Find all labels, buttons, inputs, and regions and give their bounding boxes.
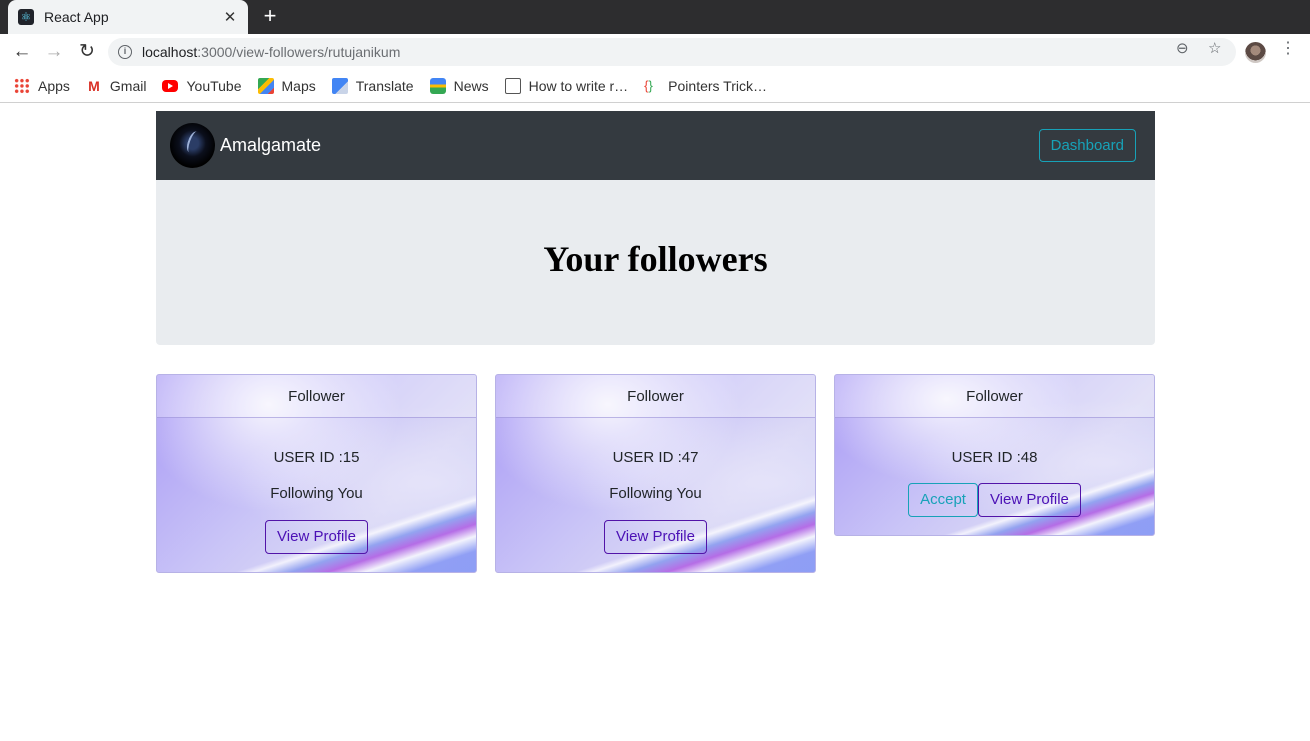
follow-status-text: Following You xyxy=(270,485,363,502)
bookmark-pointers[interactable]: {} Pointers Trick… xyxy=(644,78,767,94)
card-actions: View Profile xyxy=(157,520,476,554)
follower-card: Follower USER ID :48 Accept View Profile xyxy=(834,374,1155,536)
youtube-icon xyxy=(162,80,179,92)
user-id-text: USER ID :48 xyxy=(951,449,1038,466)
card-actions: View Profile xyxy=(496,520,815,554)
browser-tab[interactable]: ⚛ React App ✕ xyxy=(8,0,248,34)
page-viewport: Amalgamate Dashboard Your followers Foll… xyxy=(0,104,1310,741)
bookmark-youtube[interactable]: YouTube xyxy=(162,78,242,94)
hero-jumbotron: Your followers xyxy=(156,180,1155,345)
browser-toolbar: ← → ↻ i localhost:3000/view-followers/ru… xyxy=(0,34,1310,70)
bookmark-label: Maps xyxy=(281,78,316,94)
user-id-text: USER ID :15 xyxy=(273,449,360,466)
bookmark-label: How to write r… xyxy=(528,78,629,94)
user-id-text: USER ID :47 xyxy=(612,449,699,466)
browser-menu-icon[interactable]: ⋮ xyxy=(1280,41,1296,57)
card-body: USER ID :15 Following You View Profile xyxy=(157,418,476,554)
url-host: localhost xyxy=(142,44,198,60)
reload-icon[interactable]: ↻ xyxy=(75,40,99,64)
bookmark-translate[interactable]: Translate xyxy=(331,78,414,94)
address-bar[interactable]: i localhost:3000/view-followers/rutujani… xyxy=(108,38,1236,66)
brand-name[interactable]: Amalgamate xyxy=(220,135,321,156)
bookmark-label: Translate xyxy=(355,78,414,94)
accept-button[interactable]: Accept xyxy=(908,483,978,517)
terminal-icon xyxy=(504,78,521,94)
tab-title: React App xyxy=(44,9,109,25)
url-text[interactable]: localhost:3000/view-followers/rutujaniku… xyxy=(142,44,400,60)
news-icon xyxy=(429,78,446,94)
card-header: Follower xyxy=(157,375,476,418)
view-profile-button[interactable]: View Profile xyxy=(265,520,368,554)
view-profile-button[interactable]: View Profile xyxy=(604,520,707,554)
bookmark-star-icon[interactable]: ☆ xyxy=(1208,41,1221,57)
maps-icon xyxy=(257,78,274,94)
bookmark-how-to-write[interactable]: How to write r… xyxy=(504,78,629,94)
page-title: Your followers xyxy=(543,238,768,279)
brand-logo[interactable] xyxy=(170,123,215,168)
dashboard-button[interactable]: Dashboard xyxy=(1038,129,1136,162)
gmail-icon: M xyxy=(88,78,100,94)
apps-grid-icon xyxy=(14,78,30,94)
bookmark-label: Pointers Trick… xyxy=(668,78,767,94)
new-tab-button[interactable]: + xyxy=(259,5,281,27)
follower-card: Follower USER ID :15 Following You View … xyxy=(156,374,477,573)
card-body: USER ID :48 Accept View Profile xyxy=(835,418,1154,517)
card-actions: Accept View Profile xyxy=(835,483,1154,517)
card-body: USER ID :47 Following You View Profile xyxy=(496,418,815,554)
bookmark-maps[interactable]: Maps xyxy=(257,78,316,94)
profile-avatar[interactable] xyxy=(1245,42,1266,63)
card-header: Follower xyxy=(835,375,1154,418)
translate-icon xyxy=(331,78,348,94)
zoom-icon[interactable]: ⊖ xyxy=(1176,41,1189,57)
bookmark-label: Apps xyxy=(38,78,70,94)
bookmark-apps[interactable]: Apps xyxy=(14,78,70,94)
braces-icon: {} xyxy=(644,78,653,93)
bookmark-label: Gmail xyxy=(109,78,147,94)
follower-card: Follower USER ID :47 Following You View … xyxy=(495,374,816,573)
forward-arrow-icon[interactable]: → xyxy=(42,40,66,64)
view-profile-button[interactable]: View Profile xyxy=(977,483,1081,517)
tab-close-icon[interactable]: ✕ xyxy=(222,8,238,26)
bookmark-label: News xyxy=(453,78,489,94)
bookmark-label: YouTube xyxy=(186,78,242,94)
browser-tabstrip: ⚛ React App ✕ + xyxy=(0,0,1310,34)
bookmark-news[interactable]: News xyxy=(429,78,489,94)
bookmark-gmail[interactable]: M Gmail xyxy=(86,78,147,94)
bookmarks-bar: Apps M Gmail YouTube Maps Translate News … xyxy=(0,70,1310,103)
follow-status-text: Following You xyxy=(609,485,702,502)
card-header: Follower xyxy=(496,375,815,418)
url-path: :3000/view-followers/rutujanikum xyxy=(197,44,401,60)
top-navbar: Amalgamate Dashboard xyxy=(156,111,1155,180)
site-info-icon[interactable]: i xyxy=(118,45,132,59)
back-arrow-icon[interactable]: ← xyxy=(10,40,34,64)
react-favicon-icon: ⚛ xyxy=(18,9,34,25)
